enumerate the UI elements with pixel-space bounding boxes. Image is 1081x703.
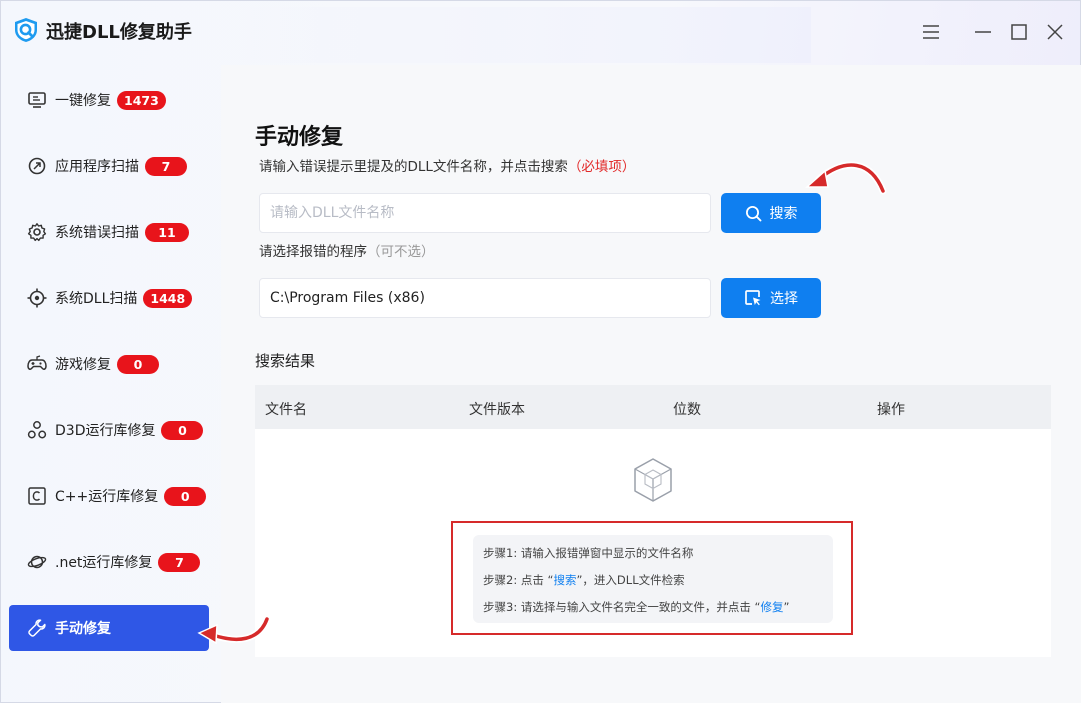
sidebar-item-label: 系统DLL扫描 [55,291,138,307]
step-2-suffix: ”，进入DLL文件检索 [576,573,685,587]
count-badge: 0 [117,354,159,374]
sidebar-item-one-click-repair[interactable]: 一键修复 1473 [9,77,209,123]
search-icon [745,205,761,221]
steps-highlight-frame: 步骤1: 请输入报错弹窗中显示的文件名称 步骤2: 点击 “搜索”，进入DLL文… [451,521,853,635]
step-3: 步骤3: 请选择与输入文件名完全一致的文件，并点击 “修复” [483,595,823,622]
search-button[interactable]: 搜索 [721,193,821,233]
target-icon [27,288,47,308]
sidebar-item-label: .net运行库修复 [55,555,153,571]
select-button-label: 选择 [770,291,798,307]
table-header: 文件名 文件版本 位数 操作 [255,385,1051,429]
sidebar-item-manual-repair[interactable]: 手动修复 [9,605,209,651]
count-badge: 1473 [117,90,166,110]
app-scan-icon [28,157,46,175]
title-decoration [223,7,811,63]
empty-box-icon [634,458,672,502]
search-hint-text: 请输入错误提示里提及的DLL文件名称，并点击搜索 [259,159,568,175]
results-title: 搜索结果 [255,352,316,370]
sidebar-item-d3d-repair[interactable]: D3D运行库修复 0 [9,407,209,453]
minimize-icon [975,31,991,33]
column-header-version: 文件版本 [469,402,525,418]
optional-mark: （可不选） [367,244,435,260]
count-badge: 0 [164,486,207,506]
program-path-input[interactable] [259,278,711,318]
column-header-filename: 文件名 [265,402,307,418]
maximize-button[interactable] [1006,19,1032,45]
step-2: 步骤2: 点击 “搜索”，进入DLL文件检索 [483,568,823,595]
cpp-icon [28,487,46,505]
sidebar-item-label: D3D运行库修复 [55,423,156,439]
results-table: 文件名 文件版本 位数 操作 步骤1: 请输入报错弹窗中显示的文件名称 步骤2:… [255,385,1051,657]
count-badge: 1448 [143,288,193,308]
sidebar-item-label: 手动修复 [55,621,111,637]
search-button-label: 搜索 [769,206,798,222]
menu-button[interactable] [918,19,944,45]
app-window: 迅捷DLL修复助手 一键修复 1473 应用程序扫描 7 系统错误扫描 11 系… [0,0,1081,703]
sidebar-item-label: C++运行库修复 [55,489,159,505]
sidebar: 一键修复 1473 应用程序扫描 7 系统错误扫描 11 系统DLL扫描 144… [1,65,221,703]
sidebar-item-cpp-repair[interactable]: C++运行库修复 0 [9,473,209,519]
gear-icon [27,223,47,242]
step-3-link[interactable]: 修复 [760,600,783,614]
sidebar-item-system-error-scan[interactable]: 系统错误扫描 11 [9,209,209,255]
close-icon [1047,24,1063,40]
sidebar-item-label: 一键修复 [55,93,111,109]
sidebar-item-system-dll-scan[interactable]: 系统DLL扫描 1448 [9,275,209,321]
search-hint: 请输入错误提示里提及的DLL文件名称，并点击搜索（必填项） [259,155,635,175]
column-header-bits: 位数 [673,402,701,418]
step-3-text: 步骤3: 请选择与输入文件名完全一致的文件，并点击 “ [483,600,761,614]
program-hint: 请选择报错的程序（可不选） [259,240,435,260]
sidebar-item-label: 应用程序扫描 [55,159,139,175]
count-badge: 7 [158,552,201,572]
planet-icon [27,555,47,569]
select-button[interactable]: 选择 [721,278,821,318]
maximize-icon [1011,24,1027,40]
sidebar-item-app-scan[interactable]: 应用程序扫描 7 [9,143,209,189]
count-badge: 11 [145,222,189,242]
menu-icon [923,25,939,39]
cursor-select-icon [745,290,761,306]
step-1-text: 步骤1: 请输入报错弹窗中显示的文件名称 [483,546,694,560]
sidebar-item-label: 游戏修复 [55,357,111,373]
step-3-suffix: ” [783,600,790,614]
step-2-link[interactable]: 搜索 [553,573,576,587]
sidebar-item-label: 系统错误扫描 [55,225,139,241]
steps-box: 步骤1: 请输入报错弹窗中显示的文件名称 步骤2: 点击 “搜索”，进入DLL文… [473,535,833,623]
page-title: 手动修复 [255,125,344,150]
count-badge: 0 [161,420,204,440]
sidebar-item-dotnet-repair[interactable]: .net运行库修复 7 [9,539,209,585]
title-bar: 迅捷DLL修复助手 [1,1,1081,65]
required-mark: （必填项） [567,159,636,175]
app-title: 迅捷DLL修复助手 [46,22,192,43]
close-button[interactable] [1042,19,1068,45]
step-2-text: 步骤2: 点击 “ [483,573,554,587]
main-panel: 手动修复 请输入错误提示里提及的DLL文件名称，并点击搜索（必填项） 搜索 请选… [221,65,1081,703]
d3d-icon [27,421,47,439]
sidebar-item-game-repair[interactable]: 游戏修复 0 [9,341,209,387]
wrench-icon [28,619,46,637]
column-header-action: 操作 [877,402,905,418]
monitor-icon [28,92,46,108]
gamepad-icon [27,355,47,370]
app-logo-icon [15,18,37,42]
count-badge: 7 [145,156,187,176]
minimize-button[interactable] [970,19,996,45]
step-1: 步骤1: 请输入报错弹窗中显示的文件名称 [483,541,823,568]
dll-name-input[interactable] [259,193,711,233]
program-hint-text: 请选择报错的程序 [259,244,367,260]
